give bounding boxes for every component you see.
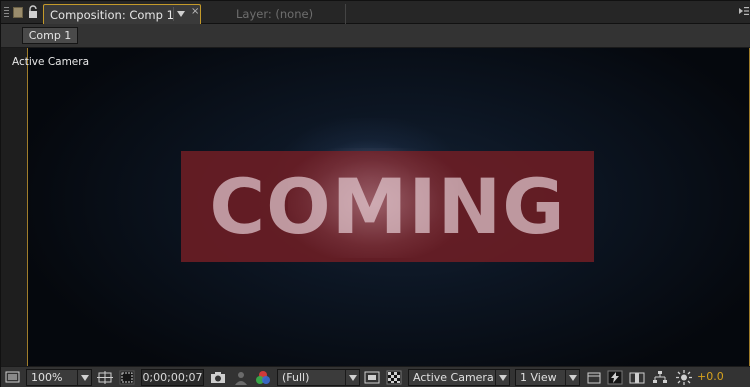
chevron-down-icon [77, 370, 91, 385]
toggle-pixel-aspect-icon[interactable] [585, 369, 603, 386]
active-camera-label: Active Camera [12, 56, 90, 68]
current-time-display[interactable]: 0;00;00;07 [141, 369, 204, 386]
resolution-value: (Full) [282, 371, 310, 384]
always-preview-icon[interactable] [4, 369, 22, 386]
timeline-icon[interactable] [628, 369, 646, 386]
magnification-value: 100% [31, 371, 63, 384]
view-layout-value: 1 View [520, 371, 557, 384]
composition-panel: Composition: Comp 1 × Layer: (none) Comp… [0, 0, 750, 387]
show-snapshot-icon[interactable] [232, 369, 250, 386]
camera-view-value: Active Camera [413, 371, 494, 384]
panel-tab-bar: Composition: Comp 1 × Layer: (none) [1, 1, 750, 24]
tab-layer[interactable]: Layer: (none) [206, 4, 346, 24]
tab-layer-label: Layer: (none) [236, 7, 314, 21]
comp-canvas[interactable]: COMING [28, 48, 749, 366]
fast-preview-icon[interactable] [606, 369, 624, 386]
grip-icon[interactable] [4, 7, 9, 19]
composition-menu-button[interactable] [173, 7, 188, 21]
close-icon[interactable]: × [191, 6, 199, 17]
reset-exposure-icon[interactable] [674, 369, 694, 386]
chevron-down-icon [495, 370, 509, 385]
panel-menu-icon[interactable] [739, 6, 749, 16]
chevron-down-icon [565, 370, 579, 385]
camera-view-dropdown[interactable]: Active Camera [408, 369, 510, 386]
exposure-value[interactable]: +0.0 [697, 370, 724, 383]
region-of-interest-icon[interactable] [363, 369, 381, 386]
viewer-toolbar: 100% 0;00;00;07 (Full) Active Camera 1 V… [1, 366, 750, 387]
mask-visibility-icon[interactable] [118, 369, 136, 386]
resolution-dropdown[interactable]: (Full) [277, 369, 360, 386]
choose-grid-icon[interactable] [96, 369, 114, 386]
lock-icon[interactable] [27, 5, 39, 19]
transparency-grid-icon[interactable] [385, 369, 403, 386]
flowchart-icon[interactable] [651, 369, 669, 386]
panel-color-swatch-icon[interactable] [13, 7, 23, 18]
view-layout-dropdown[interactable]: 1 View [515, 369, 580, 386]
breadcrumb-comp-button[interactable]: Comp 1 [22, 27, 78, 44]
snapshot-icon[interactable] [209, 369, 227, 386]
show-channel-icon[interactable] [254, 369, 272, 386]
chevron-down-icon [345, 370, 359, 385]
magnification-dropdown[interactable]: 100% [26, 369, 92, 386]
frame-title-text: COMING [209, 162, 566, 251]
composition-viewer[interactable]: COMING Active Camera [1, 48, 750, 366]
composition-navigator: Comp 1 [1, 24, 750, 48]
tab-composition[interactable]: Composition: Comp 1 × [43, 4, 201, 24]
tab-composition-label: Composition: Comp 1 [50, 8, 174, 22]
